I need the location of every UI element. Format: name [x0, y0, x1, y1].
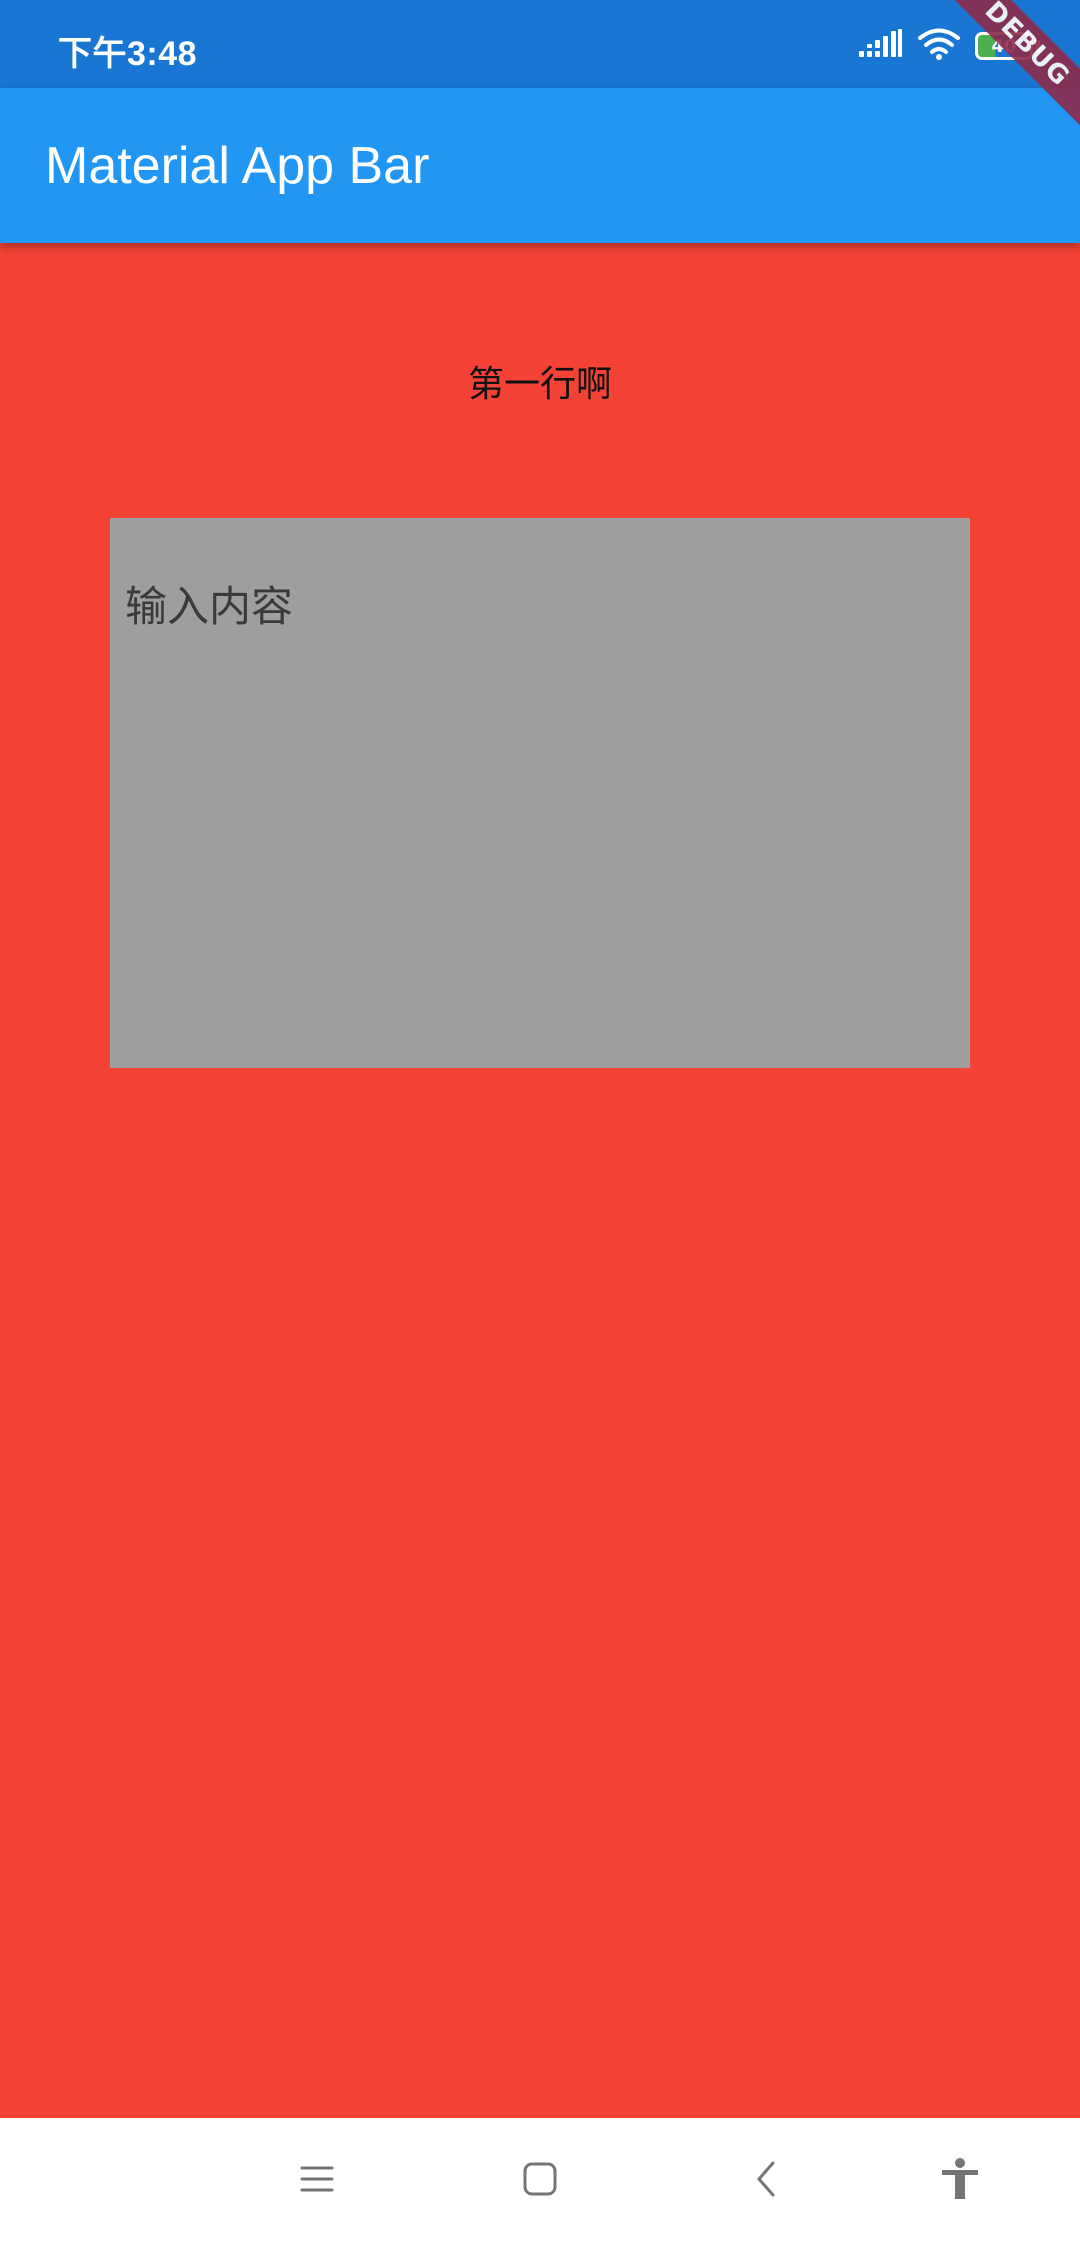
accessibility-icon — [938, 2157, 982, 2205]
app-bar: Material App Bar — [0, 88, 1080, 243]
back-icon — [751, 2159, 781, 2203]
status-time: 下午3:48 — [58, 35, 198, 73]
app-bar-title: Material App Bar — [45, 137, 430, 195]
navigation-bar — [0, 2118, 1080, 2248]
accessibility-button[interactable] — [920, 2146, 1000, 2216]
text-area-placeholder: 输入内容 — [125, 582, 294, 631]
back-button[interactable] — [726, 2146, 806, 2216]
screen: 下午3:48 DEBUG Material App Bar 第一行啊 输入内容 — [0, 0, 1080, 2248]
menu-icon — [297, 2162, 337, 2200]
signal-icon — [859, 29, 903, 63]
home-button[interactable] — [500, 2146, 580, 2216]
menu-button[interactable] — [277, 2146, 357, 2216]
status-bar: 下午3:48 — [0, 0, 1080, 88]
first-line-text: 第一行啊 — [467, 364, 612, 405]
content-text-area[interactable]: 输入内容 — [110, 518, 970, 1068]
wifi-icon — [917, 27, 961, 65]
home-icon — [520, 2159, 560, 2203]
